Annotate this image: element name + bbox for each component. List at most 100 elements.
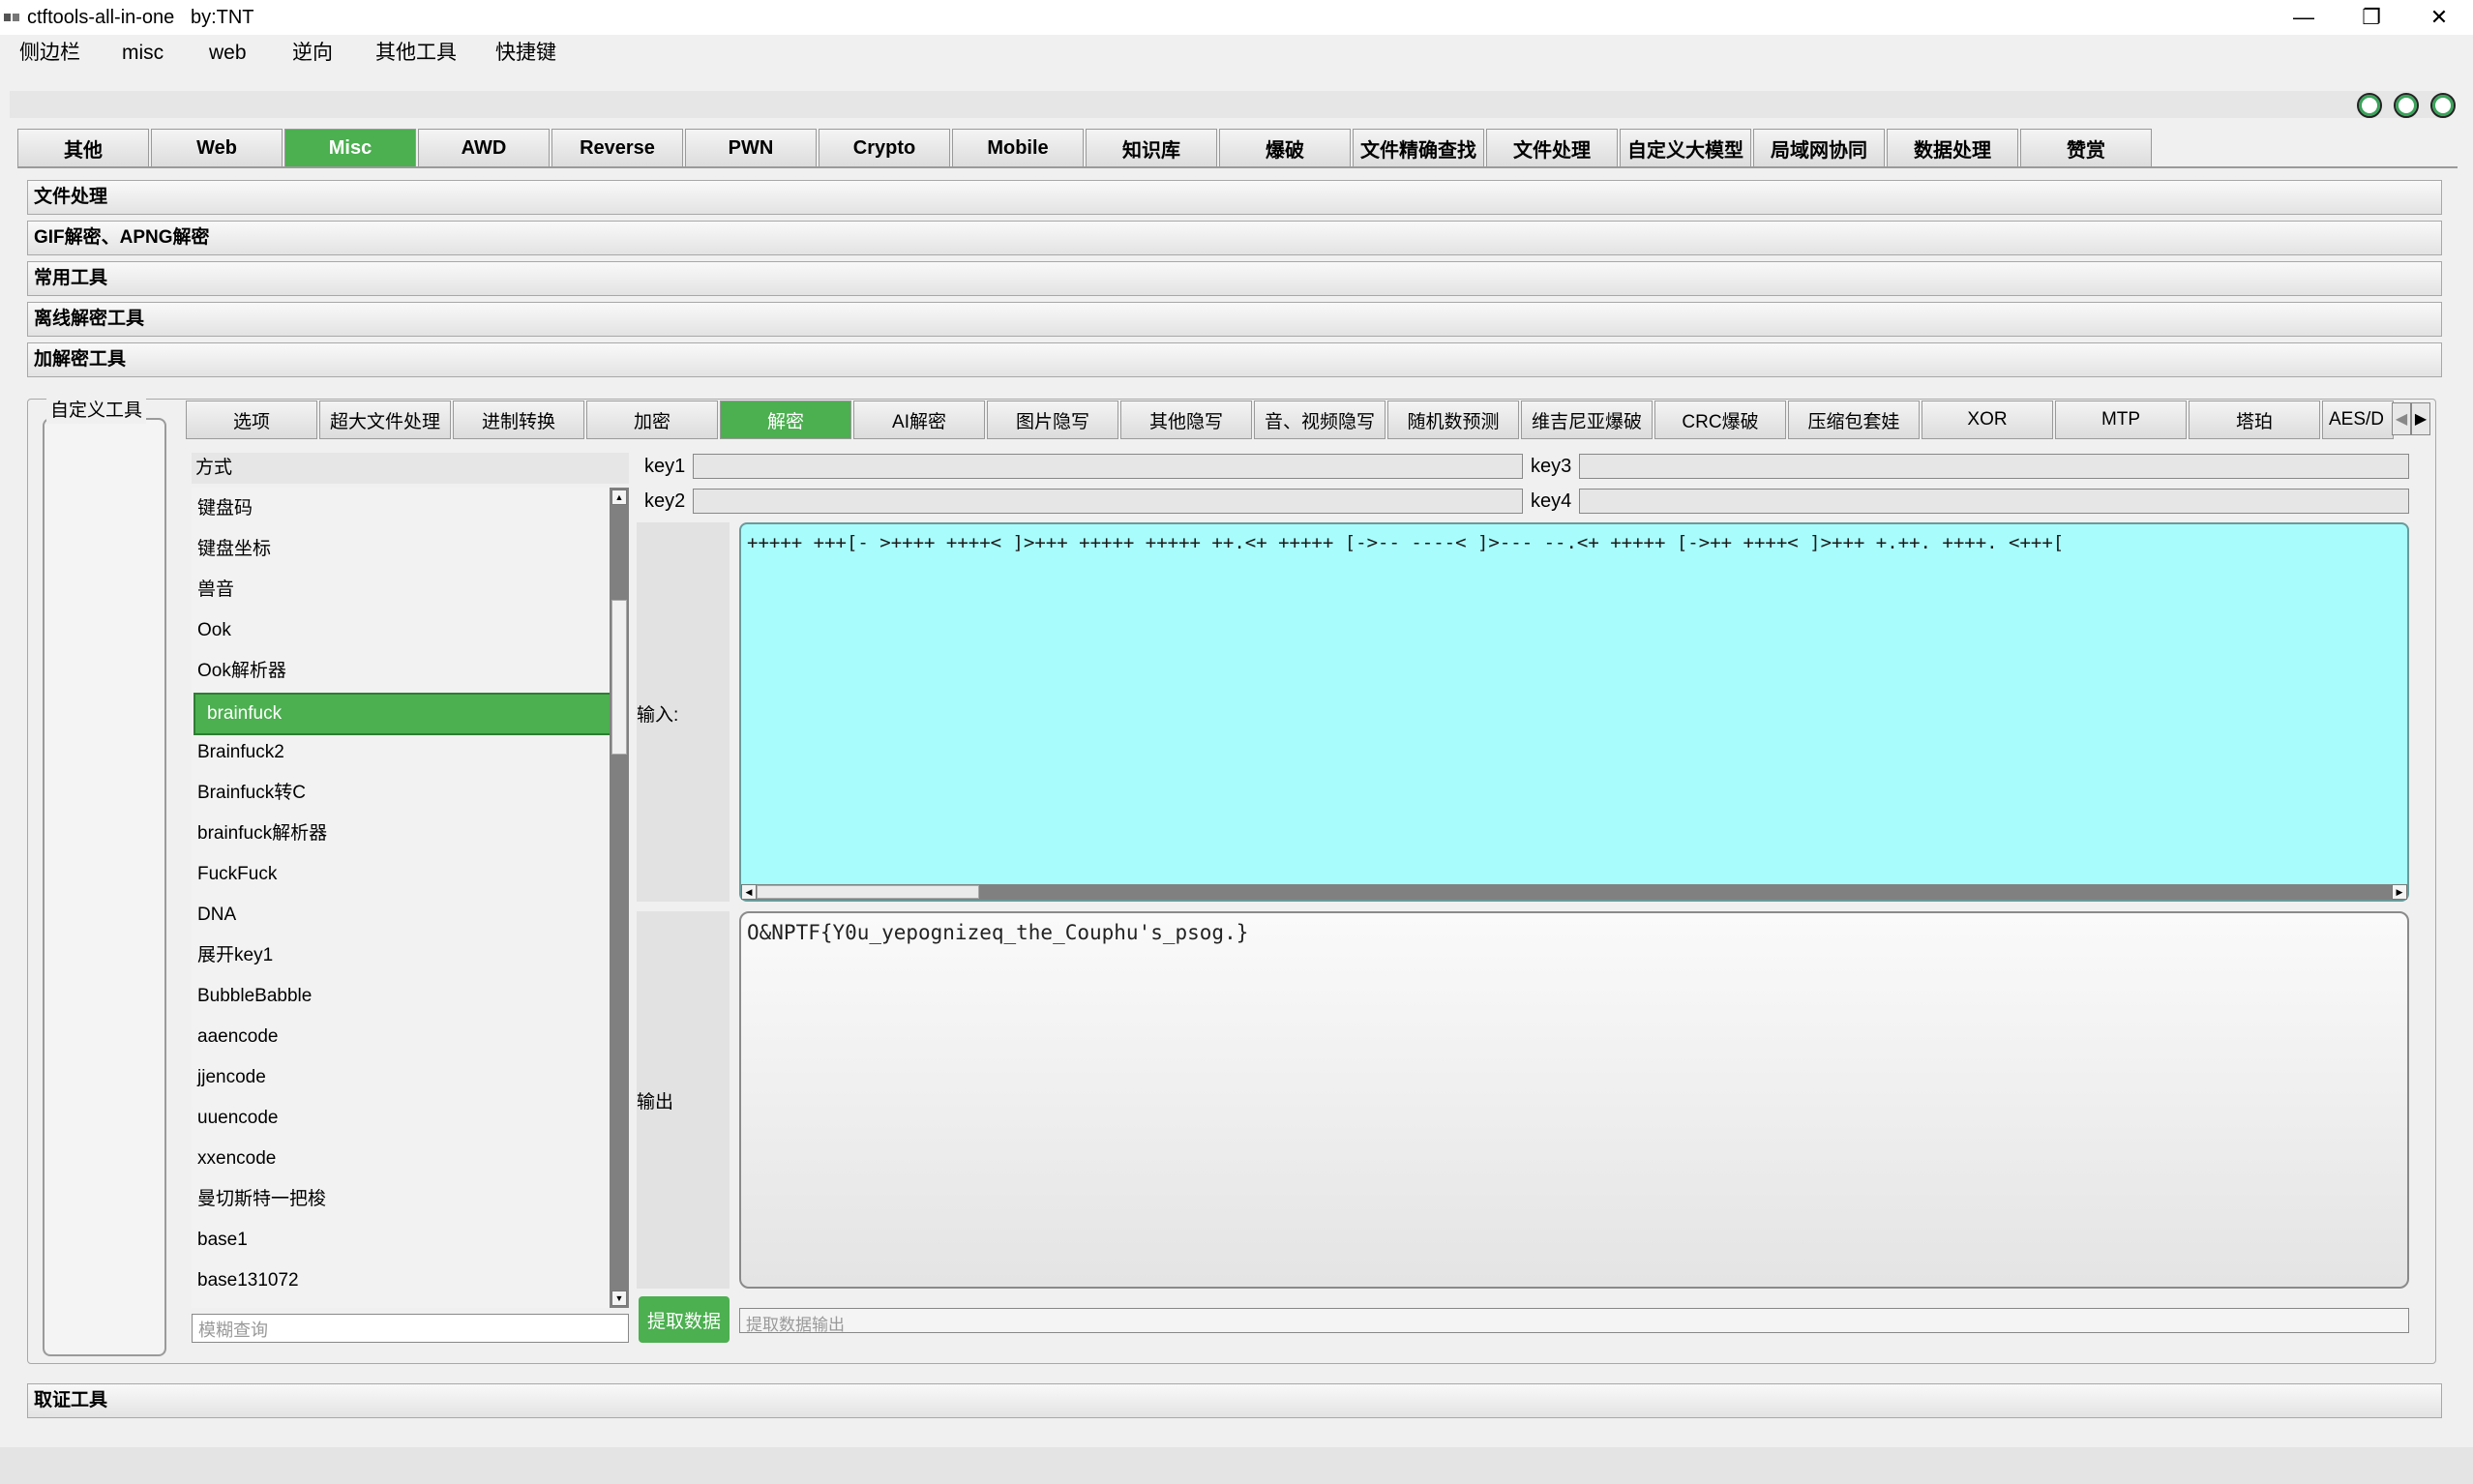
- list-item[interactable]: DNA: [194, 896, 611, 935]
- section-encrypt-decrypt[interactable]: 加解密工具: [27, 342, 2442, 377]
- menu-misc[interactable]: misc: [112, 39, 173, 68]
- list-item[interactable]: 展开key1: [194, 936, 611, 975]
- tab-misc[interactable]: Misc: [284, 129, 416, 167]
- subtab-random-predict[interactable]: 随机数预测: [1387, 401, 1519, 439]
- subtab-base-convert[interactable]: 进制转换: [453, 401, 584, 439]
- list-item[interactable]: Ook解析器: [194, 652, 611, 691]
- scroll-down-icon[interactable]: ▼: [611, 1291, 627, 1306]
- tab-scroll-right-icon[interactable]: ▶: [2411, 402, 2430, 435]
- list-item[interactable]: base131072: [194, 1261, 611, 1300]
- toolbar-strip: [10, 91, 2442, 118]
- tab-donate[interactable]: 赞赏: [2020, 129, 2152, 167]
- tab-crypto[interactable]: Crypto: [819, 129, 950, 167]
- tab-data-processing[interactable]: 数据处理: [1887, 129, 2018, 167]
- list-item[interactable]: uuencode: [194, 1099, 611, 1138]
- input-scroll-thumb[interactable]: [757, 885, 979, 899]
- tab-other[interactable]: 其他: [17, 129, 149, 167]
- circle-button-3[interactable]: [2430, 93, 2456, 118]
- circle-button-2[interactable]: [2394, 93, 2419, 118]
- key4-label: key4: [1531, 490, 1572, 512]
- section-file-processing[interactable]: 文件处理: [27, 180, 2442, 215]
- key2-input[interactable]: [693, 489, 1523, 514]
- tab-awd[interactable]: AWD: [418, 129, 550, 167]
- tab-scroll-left-icon[interactable]: ◀: [2392, 402, 2411, 435]
- section-offline-decrypt[interactable]: 离线解密工具: [27, 302, 2442, 337]
- input-label: 输入:: [637, 705, 679, 726]
- list-item[interactable]: base1: [194, 1221, 611, 1260]
- scroll-right-icon[interactable]: ▶: [2392, 884, 2407, 900]
- window-title: ctftools-all-in-one by:TNT: [27, 7, 254, 28]
- subtab-aes-des[interactable]: AES/D: [2322, 401, 2394, 439]
- method-list[interactable]: 键盘码 键盘坐标 兽音 Ook Ook解析器 brainfuck Brainfu…: [192, 488, 611, 1308]
- subtab-xor[interactable]: XOR: [1922, 401, 2053, 439]
- tab-reverse[interactable]: Reverse: [551, 129, 683, 167]
- subtab-nested-archive[interactable]: 压缩包套娃: [1788, 401, 1920, 439]
- subtab-vigenere-brute[interactable]: 维吉尼亚爆破: [1521, 401, 1653, 439]
- list-item[interactable]: 兽音: [194, 571, 611, 609]
- method-list-scroll-thumb[interactable]: [611, 600, 627, 755]
- scroll-left-icon[interactable]: ◀: [741, 884, 757, 900]
- menu-other-tools[interactable]: 其他工具: [366, 39, 466, 68]
- list-item[interactable]: jjencode: [194, 1058, 611, 1097]
- subtab-crc-brute[interactable]: CRC爆破: [1654, 401, 1786, 439]
- section-common-tools[interactable]: 常用工具: [27, 261, 2442, 296]
- tab-web[interactable]: Web: [151, 129, 283, 167]
- list-item[interactable]: FuckFuck: [194, 855, 611, 894]
- list-item[interactable]: 键盘坐标: [194, 530, 611, 569]
- subtab-av-stego[interactable]: 音、视频隐写: [1254, 401, 1385, 439]
- input-textarea[interactable]: +++++ +++[- >++++ ++++< ]>+++ +++++ ++++…: [739, 522, 2409, 902]
- tab-file-search[interactable]: 文件精确查找: [1353, 129, 1484, 167]
- app-icon: [4, 14, 19, 21]
- tab-mobile[interactable]: Mobile: [952, 129, 1084, 167]
- key2-label: key2: [644, 490, 686, 512]
- subtab-mtp[interactable]: MTP: [2055, 401, 2187, 439]
- list-item[interactable]: 曼切斯特一把梭: [194, 1180, 611, 1219]
- extract-data-button[interactable]: 提取数据: [639, 1296, 730, 1343]
- circle-button-1[interactable]: [2357, 93, 2382, 118]
- list-item[interactable]: aaencode: [194, 1018, 611, 1056]
- list-item[interactable]: Brainfuck转C: [194, 774, 611, 813]
- tab-file-processing[interactable]: 文件处理: [1486, 129, 1618, 167]
- key3-label: key3: [1531, 456, 1572, 477]
- minimize-button[interactable]: —: [2270, 0, 2338, 35]
- custom-tool-panel[interactable]: [43, 418, 166, 1356]
- list-item[interactable]: BubbleBabble: [194, 977, 611, 1016]
- subtab-encrypt[interactable]: 加密: [586, 401, 718, 439]
- menu-sidebar[interactable]: 侧边栏: [10, 39, 90, 68]
- subtab-ai-decrypt[interactable]: AI解密: [853, 401, 985, 439]
- menu-shortcuts[interactable]: 快捷键: [486, 39, 566, 68]
- menu-web[interactable]: web: [199, 39, 256, 68]
- key1-input[interactable]: [693, 454, 1523, 479]
- restore-button[interactable]: ❐: [2338, 0, 2405, 35]
- subtab-other-stego[interactable]: 其他隐写: [1120, 401, 1252, 439]
- subtab-tupper[interactable]: 塔珀: [2189, 401, 2320, 439]
- tab-custom-llm[interactable]: 自定义大模型: [1620, 129, 1751, 167]
- close-button[interactable]: ✕: [2405, 0, 2473, 35]
- list-item[interactable]: brainfuck解析器: [194, 815, 611, 853]
- input-horizontal-scrollbar[interactable]: [741, 884, 2407, 900]
- key4-input[interactable]: [1579, 489, 2409, 514]
- tab-bruteforce[interactable]: 爆破: [1219, 129, 1351, 167]
- search-input[interactable]: 模糊查询: [192, 1314, 629, 1343]
- extract-output-field[interactable]: 提取数据输出: [739, 1308, 2409, 1334]
- key1-label: key1: [644, 456, 686, 477]
- section-forensics[interactable]: 取证工具: [27, 1383, 2442, 1418]
- tab-knowledge-base[interactable]: 知识库: [1086, 129, 1217, 167]
- list-item[interactable]: Ook: [194, 611, 611, 650]
- custom-tool-label[interactable]: 自定义工具: [46, 399, 147, 424]
- key3-input[interactable]: [1579, 454, 2409, 479]
- list-item[interactable]: 键盘码: [194, 490, 611, 528]
- subtab-options[interactable]: 选项: [186, 401, 317, 439]
- subtab-image-stego[interactable]: 图片隐写: [987, 401, 1118, 439]
- section-gif-apng[interactable]: GIF解密、APNG解密: [27, 221, 2442, 255]
- list-item[interactable]: xxencode: [194, 1140, 611, 1178]
- tab-pwn[interactable]: PWN: [685, 129, 817, 167]
- list-item[interactable]: Brainfuck2: [194, 733, 611, 772]
- menu-reverse[interactable]: 逆向: [283, 39, 343, 68]
- subtab-large-file[interactable]: 超大文件处理: [319, 401, 451, 439]
- tab-lan-collab[interactable]: 局域网协同: [1753, 129, 1885, 167]
- scroll-up-icon[interactable]: ▲: [611, 490, 627, 505]
- list-item-selected[interactable]: brainfuck: [194, 693, 611, 735]
- output-textarea[interactable]: O&NPTF{Y0u_yepognizeq_the_Couphu's_psog.…: [739, 911, 2409, 1289]
- subtab-decrypt[interactable]: 解密: [720, 401, 851, 439]
